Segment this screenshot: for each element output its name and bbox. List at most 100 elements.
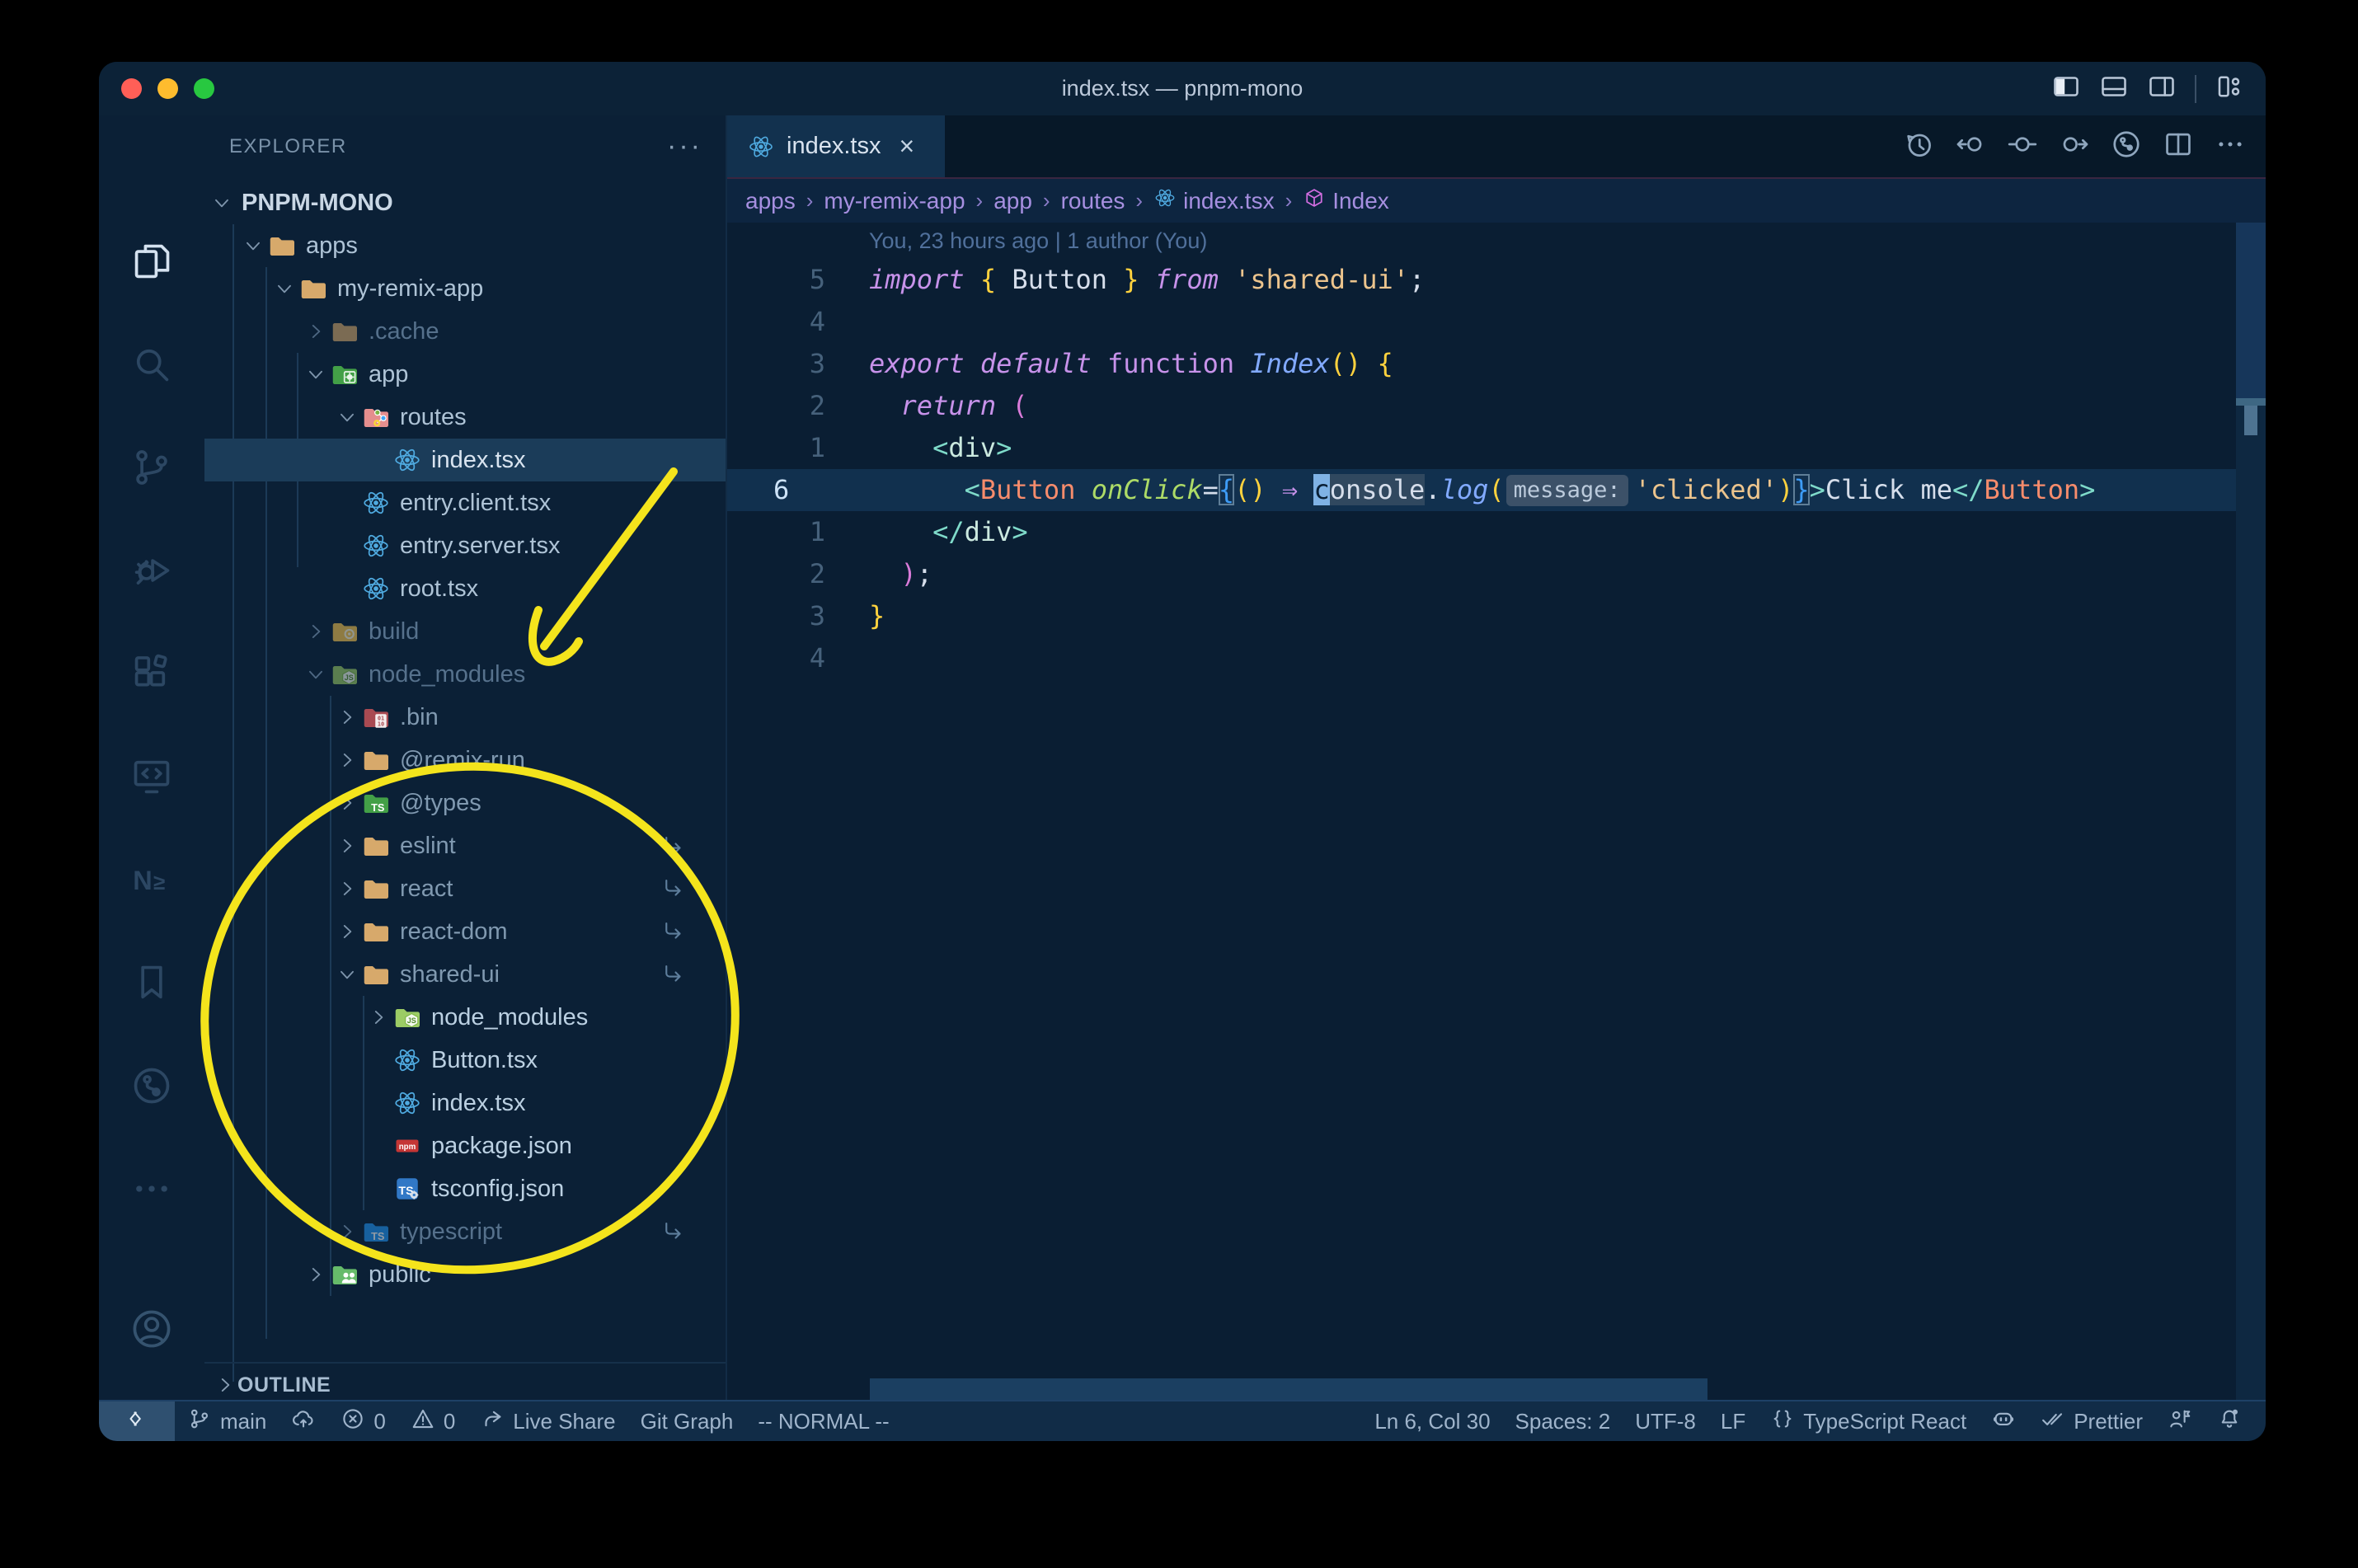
tree-item-tsconfig-json[interactable]: TS tsconfig.json xyxy=(204,1167,726,1210)
tab-index-tsx[interactable]: index.tsx × xyxy=(727,115,945,177)
next-change-icon[interactable] xyxy=(2059,129,2090,164)
status-item-label: main xyxy=(220,1408,267,1434)
tree-item-node-modules[interactable]: JS node_modules xyxy=(204,653,726,696)
status-item-spaces-2[interactable]: Spaces: 2 xyxy=(1503,1401,1623,1441)
status-item-normal[interactable]: -- NORMAL -- xyxy=(745,1401,901,1441)
breadcrumb-routes[interactable]: routes xyxy=(1061,188,1125,214)
folder-public xyxy=(328,1259,361,1290)
status-item-main[interactable]: main xyxy=(175,1401,279,1441)
tree-item-label: node_modules xyxy=(369,660,526,688)
scrollbar-thumb[interactable] xyxy=(2236,223,2266,400)
tree-item-public[interactable]: public xyxy=(204,1253,726,1296)
chevron-right-icon xyxy=(335,791,359,815)
explorer-icon[interactable] xyxy=(130,240,173,283)
extensions-icon[interactable] xyxy=(130,652,173,695)
outline-section[interactable]: OUTLINE xyxy=(204,1362,726,1401)
tree-item-build[interactable]: build xyxy=(204,610,726,653)
tree-item-typescript[interactable]: TS typescript xyxy=(204,1210,726,1253)
file-react xyxy=(391,1087,424,1119)
change-icon[interactable] xyxy=(2007,129,2038,164)
breadcrumb-index-tsx[interactable]: index.tsx xyxy=(1153,186,1275,215)
tree-item-bin[interactable]: 01 10 .bin xyxy=(204,696,726,739)
status-item-ln-6-col-30[interactable]: Ln 6, Col 30 xyxy=(1362,1401,1502,1441)
search-icon[interactable] xyxy=(130,343,173,386)
status-item-0[interactable]: 0 xyxy=(328,1401,397,1441)
tree-item-button-tsx[interactable]: Button.tsx xyxy=(204,1039,726,1082)
tree-item-pnpm-mono[interactable]: PNPM-MONO xyxy=(204,181,726,224)
breadcrumb-app[interactable]: app xyxy=(993,188,1032,214)
status-item-live-share[interactable]: Live Share xyxy=(467,1401,627,1441)
code-line[interactable]: 2 return ( xyxy=(727,385,2266,427)
status-item-lf[interactable]: LF xyxy=(1708,1401,1758,1441)
tree-item-react-dom[interactable]: react-dom xyxy=(204,910,726,953)
tree-item-app[interactable]: app xyxy=(204,353,726,396)
toggle-panel-icon[interactable] xyxy=(2099,72,2129,106)
horizontal-scrollbar[interactable] xyxy=(870,1378,1707,1401)
run-debug-icon[interactable] xyxy=(130,549,173,592)
gitlens-icon[interactable] xyxy=(130,1064,173,1107)
tree-item-cache[interactable]: .cache xyxy=(204,310,726,353)
account-icon[interactable] xyxy=(130,1307,173,1350)
vertical-scrollbar[interactable] xyxy=(2236,223,2266,1401)
more-actions-icon[interactable] xyxy=(2215,129,2246,164)
status-item-remote-icon[interactable] xyxy=(99,1401,175,1441)
tree-item-node-modules[interactable]: JS node_modules xyxy=(204,996,726,1039)
git-blame-annotation[interactable]: You, 23 hours ago | 1 author (You) xyxy=(727,223,2266,259)
tree-item-apps[interactable]: apps xyxy=(204,224,726,267)
code-line[interactable]: 1 <div> xyxy=(727,427,2266,469)
tree-item-shared-ui[interactable]: shared-ui xyxy=(204,953,726,996)
tree-item-root-tsx[interactable]: root.tsx xyxy=(204,567,726,610)
tree-item-entry-server-tsx[interactable]: entry.server.tsx xyxy=(204,524,726,567)
tree-item-routes[interactable]: routes xyxy=(204,396,726,439)
code-line[interactable]: 4 xyxy=(727,637,2266,679)
status-item-copilot-icon[interactable] xyxy=(1979,1401,2028,1441)
code-editor[interactable]: You, 23 hours ago | 1 author (You) 5 impor… xyxy=(727,223,2266,1401)
status-item-typescript-react[interactable]: TypeScript React xyxy=(1758,1401,1979,1441)
source-control-icon[interactable] xyxy=(130,446,173,489)
status-item-feedback-icon[interactable] xyxy=(2155,1401,2205,1441)
code-line[interactable]: 3 export default function Index() { xyxy=(727,343,2266,385)
file-npm: npm xyxy=(391,1130,424,1162)
previous-change-icon[interactable] xyxy=(1955,129,1986,164)
code-line[interactable]: 2 ); xyxy=(727,553,2266,595)
tree-item-remix-run[interactable]: @remix-run xyxy=(204,739,726,782)
tree-item-types[interactable]: TS @types xyxy=(204,782,726,824)
more-icon[interactable] xyxy=(130,1167,173,1210)
code-line[interactable]: 5 import { Button } from 'shared-ui'; xyxy=(727,259,2266,301)
tab-close-icon[interactable]: × xyxy=(899,131,914,162)
tree-item-index-tsx[interactable]: index.tsx xyxy=(204,439,726,481)
status-item-git-graph[interactable]: Git Graph xyxy=(628,1401,746,1441)
status-item-bell-dot-icon[interactable] xyxy=(2205,1401,2254,1441)
tree-item-index-tsx[interactable]: index.tsx xyxy=(204,1082,726,1124)
vscode-window: index.tsx — pnpm-mono N≥1 EXPLORER ··· P… xyxy=(99,62,2266,1441)
git-circle-icon[interactable] xyxy=(2111,129,2142,164)
toggle-secondary-sidebar-icon[interactable] xyxy=(2147,72,2177,106)
code-line-current[interactable]: 6 <Button onClick={() ⇒ console.log(mess… xyxy=(727,469,2266,511)
tree-item-entry-client-tsx[interactable]: entry.client.tsx xyxy=(204,481,726,524)
nx-console-icon[interactable]: N ≥ xyxy=(130,858,173,901)
customize-layout-icon[interactable] xyxy=(2215,72,2244,106)
toggle-sidebar-icon[interactable] xyxy=(2051,72,2081,106)
status-item-label: 0 xyxy=(443,1408,456,1434)
bookmarks-icon[interactable] xyxy=(130,961,173,1004)
history-icon[interactable] xyxy=(1903,129,1934,164)
status-item-cloud-upload-icon[interactable] xyxy=(279,1401,328,1441)
breadcrumb-apps[interactable]: apps xyxy=(745,188,796,214)
tree-item-my-remix-app[interactable]: my-remix-app xyxy=(204,267,726,310)
tree-item-react[interactable]: react xyxy=(204,867,726,910)
status-item-utf-8[interactable]: UTF-8 xyxy=(1623,1401,1708,1441)
status-item-prettier[interactable]: Prettier xyxy=(2028,1401,2155,1441)
breadcrumb-my-remix-app[interactable]: my-remix-app xyxy=(824,188,965,214)
editor-actions xyxy=(1903,115,2246,177)
status-item-0[interactable]: 0 xyxy=(398,1401,467,1441)
explorer-more-actions-icon[interactable]: ··· xyxy=(667,130,702,162)
tree-item-eslint[interactable]: eslint xyxy=(204,824,726,867)
remote-explorer-icon[interactable] xyxy=(130,755,173,798)
titlebar: index.tsx — pnpm-mono xyxy=(99,62,2266,115)
code-line[interactable]: 3} xyxy=(727,595,2266,637)
code-line[interactable]: 1 </div> xyxy=(727,511,2266,553)
tree-item-package-json[interactable]: npm package.json xyxy=(204,1124,726,1167)
code-line[interactable]: 4 xyxy=(727,301,2266,343)
split-editor-icon[interactable] xyxy=(2163,129,2194,164)
breadcrumb-index[interactable]: Index xyxy=(1303,186,1389,215)
